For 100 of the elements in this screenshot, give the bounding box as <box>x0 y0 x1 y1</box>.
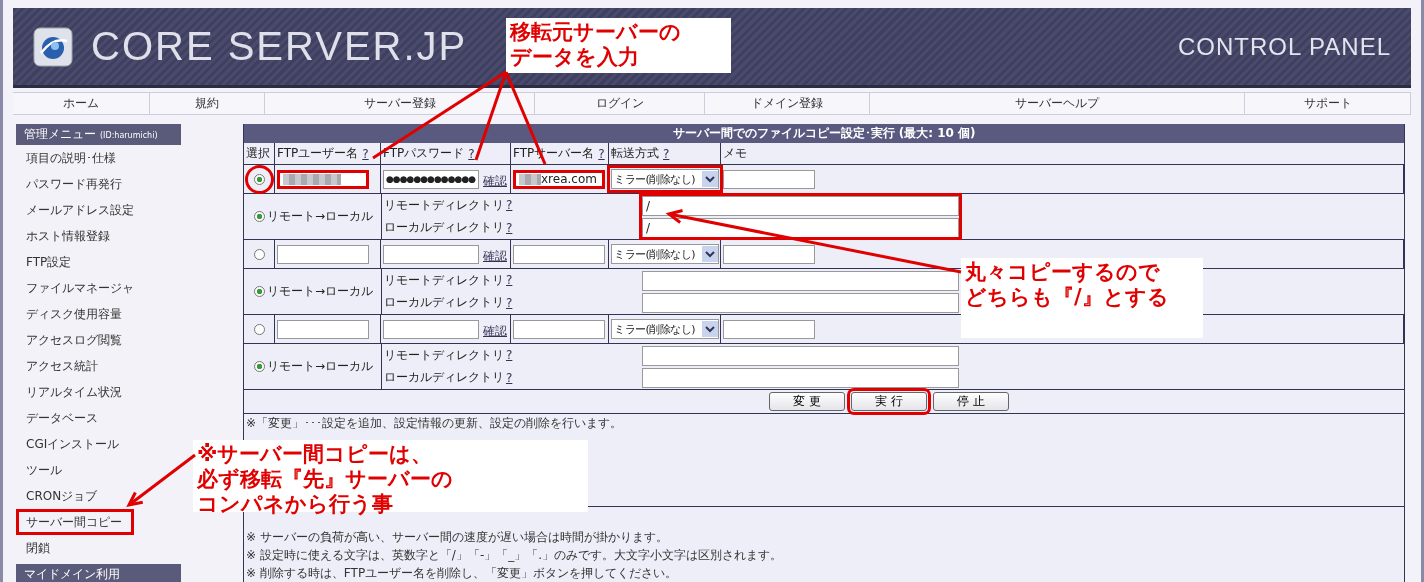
sidebar-item[interactable]: ディスク使用容量 <box>16 301 132 327</box>
annotation-text: ※サーバー間コピーは、 <box>197 442 434 467</box>
annotation-text: 移転元サーバーの <box>510 20 682 45</box>
sidebar-item[interactable]: アクセスログ閲覧 <box>16 327 132 353</box>
nav-link[interactable]: ホーム <box>13 93 150 114</box>
sidebar-item[interactable]: パスワード再発行 <box>16 171 132 197</box>
nav-link[interactable]: サーバーヘルプ <box>870 93 1245 114</box>
help-link[interactable]: ? <box>362 146 369 161</box>
sidebar-item[interactable]: CGIインストール <box>16 431 130 457</box>
caret-icon <box>702 171 718 187</box>
ftp-server-field[interactable] <box>513 244 605 264</box>
direction-radio[interactable] <box>253 361 265 372</box>
sidebar-item[interactable]: 閉鎖 <box>16 535 60 561</box>
nav-link[interactable]: 規約 <box>150 93 265 114</box>
direction-radio[interactable] <box>253 286 265 297</box>
logo-text: CORE SERVER.JP <box>91 24 468 69</box>
help-link[interactable]: ? <box>663 146 670 161</box>
row-radio[interactable] <box>253 248 265 260</box>
help-link[interactable]: ? <box>506 348 513 363</box>
annotation-text: 丸々コピーするので <box>965 260 1161 285</box>
help-link[interactable]: ? <box>506 370 513 385</box>
ftp-server-field[interactable]: xrea.com <box>513 169 605 189</box>
sidebar-item[interactable]: サーバー間コピー <box>16 509 134 535</box>
annotation-text: コンパネから行う事 <box>197 492 394 517</box>
account-id: (ID:harumichi) <box>100 131 158 140</box>
ftp-server-field[interactable] <box>513 319 605 339</box>
nav-link[interactable]: サポート <box>1245 93 1411 114</box>
direction-label: リモート→ローカル <box>266 283 374 300</box>
field-label: ローカルディレクトリ <box>384 219 504 237</box>
sidebar-item[interactable]: メールアドレス設定 <box>16 197 144 223</box>
memo-field[interactable] <box>723 169 815 189</box>
sidebar-title: 管理メニュー <box>24 126 96 143</box>
field-label: リモートディレクトリ <box>384 271 504 289</box>
sidebar-item[interactable]: アクセス統計 <box>16 353 108 379</box>
nav-link[interactable]: ドメイン登録 <box>705 93 870 114</box>
ftp-user-field[interactable] <box>277 169 369 189</box>
note-text: ※「変更」･･･設定を追加、設定情報の更新、設定の削除を行います。 <box>245 415 624 432</box>
ftp-password-field[interactable] <box>383 319 479 339</box>
local-directory-field[interactable] <box>642 292 959 313</box>
sidebar-item[interactable]: データベース <box>16 405 108 431</box>
form-button[interactable]: 停 止 <box>933 392 1009 411</box>
remote-directory-field[interactable]: / <box>642 195 959 216</box>
sidebar-item[interactable]: CRONジョブ <box>16 483 108 509</box>
confirm-link[interactable]: 確認 <box>483 248 507 265</box>
field-label: リモートディレクトリ <box>384 196 504 214</box>
help-link[interactable]: ? <box>598 146 605 161</box>
sidebar-item[interactable]: 項目の説明･仕様 <box>16 145 126 171</box>
sidebar-item[interactable]: ツール <box>16 457 72 483</box>
local-directory-field[interactable] <box>642 367 959 388</box>
confirm-link[interactable]: 確認 <box>483 173 507 190</box>
nav-link[interactable]: サーバー登録 <box>265 93 535 114</box>
panel-title: CONTROL PANEL <box>1177 32 1391 61</box>
note-text: ※ 設定時に使える文字は、英数字と「/」「-」「_」「.」のみです。大文字小文字は区別されます。 <box>245 547 784 564</box>
help-link[interactable]: ? <box>506 220 513 235</box>
help-link[interactable]: ? <box>468 146 475 161</box>
memo-field[interactable] <box>723 319 815 339</box>
annotation-text: データを入力 <box>510 45 640 70</box>
annotation-arrow <box>126 453 196 508</box>
direction-radio[interactable] <box>253 211 265 222</box>
ftp-password-field[interactable]: ●●●●●●●●●●●●● <box>383 169 479 189</box>
column-header: メモ <box>723 145 747 162</box>
column-header: FTPユーザー名 <box>277 145 359 162</box>
remote-directory-field[interactable] <box>642 345 959 366</box>
confirm-link[interactable]: 確認 <box>483 323 507 340</box>
transfer-mode-select[interactable]: ミラー(削除なし) <box>611 244 719 264</box>
sidebar-item[interactable]: ホスト情報登録 <box>16 223 120 249</box>
caret-icon <box>702 321 718 337</box>
local-directory-field[interactable]: / <box>642 217 959 238</box>
field-label: リモートディレクトリ <box>384 346 504 364</box>
field-label: ローカルディレクトリ <box>384 369 504 387</box>
pixelated-text <box>519 173 541 185</box>
annotation-text: 必ず移転『先』サーバーの <box>197 467 454 492</box>
direction-label: リモート→ローカル <box>266 358 374 375</box>
sidebar-item[interactable]: FTP設定 <box>16 249 82 275</box>
logo-icon <box>33 26 73 67</box>
caret-icon <box>702 246 718 262</box>
transfer-mode-select[interactable]: ミラー(削除なし) <box>611 319 719 339</box>
ftp-user-field[interactable] <box>277 319 369 339</box>
table-title: サーバー間でのファイルコピー設定･実行 (最大: 10 個) <box>244 124 1404 143</box>
sidebar-section-header: マイドメイン利用 <box>16 564 181 582</box>
row-radio[interactable] <box>253 323 265 335</box>
column-header: 転送方式 <box>611 145 659 162</box>
remote-directory-field[interactable] <box>642 270 959 291</box>
help-link[interactable]: ? <box>506 295 513 310</box>
pixelated-text <box>283 173 341 185</box>
note-text: ※ 削除する時は、FTPユーザー名を削除し、「変更」ボタンを押してください。 <box>245 565 679 582</box>
note-text: ※ サーバーの負荷が高い、サーバー間の速度が遅い場合は時間が掛かります。 <box>245 529 669 546</box>
server-domain: xrea.com <box>541 172 597 186</box>
ftp-user-field[interactable] <box>277 244 369 264</box>
field-label: ローカルディレクトリ <box>384 294 504 312</box>
help-link[interactable]: ? <box>506 198 513 213</box>
ftp-password-field[interactable] <box>383 244 479 264</box>
annotation-text: どちらも『/』とする <box>965 285 1170 310</box>
sidebar-item[interactable]: ファイルマネージャ <box>16 275 144 301</box>
memo-field[interactable] <box>723 244 815 264</box>
nav-link[interactable]: ログイン <box>535 93 705 114</box>
direction-label: リモート→ローカル <box>266 208 374 225</box>
help-link[interactable]: ? <box>506 273 513 288</box>
form-button[interactable]: 変 更 <box>769 392 845 411</box>
sidebar-item[interactable]: リアルタイム状況 <box>16 379 132 405</box>
